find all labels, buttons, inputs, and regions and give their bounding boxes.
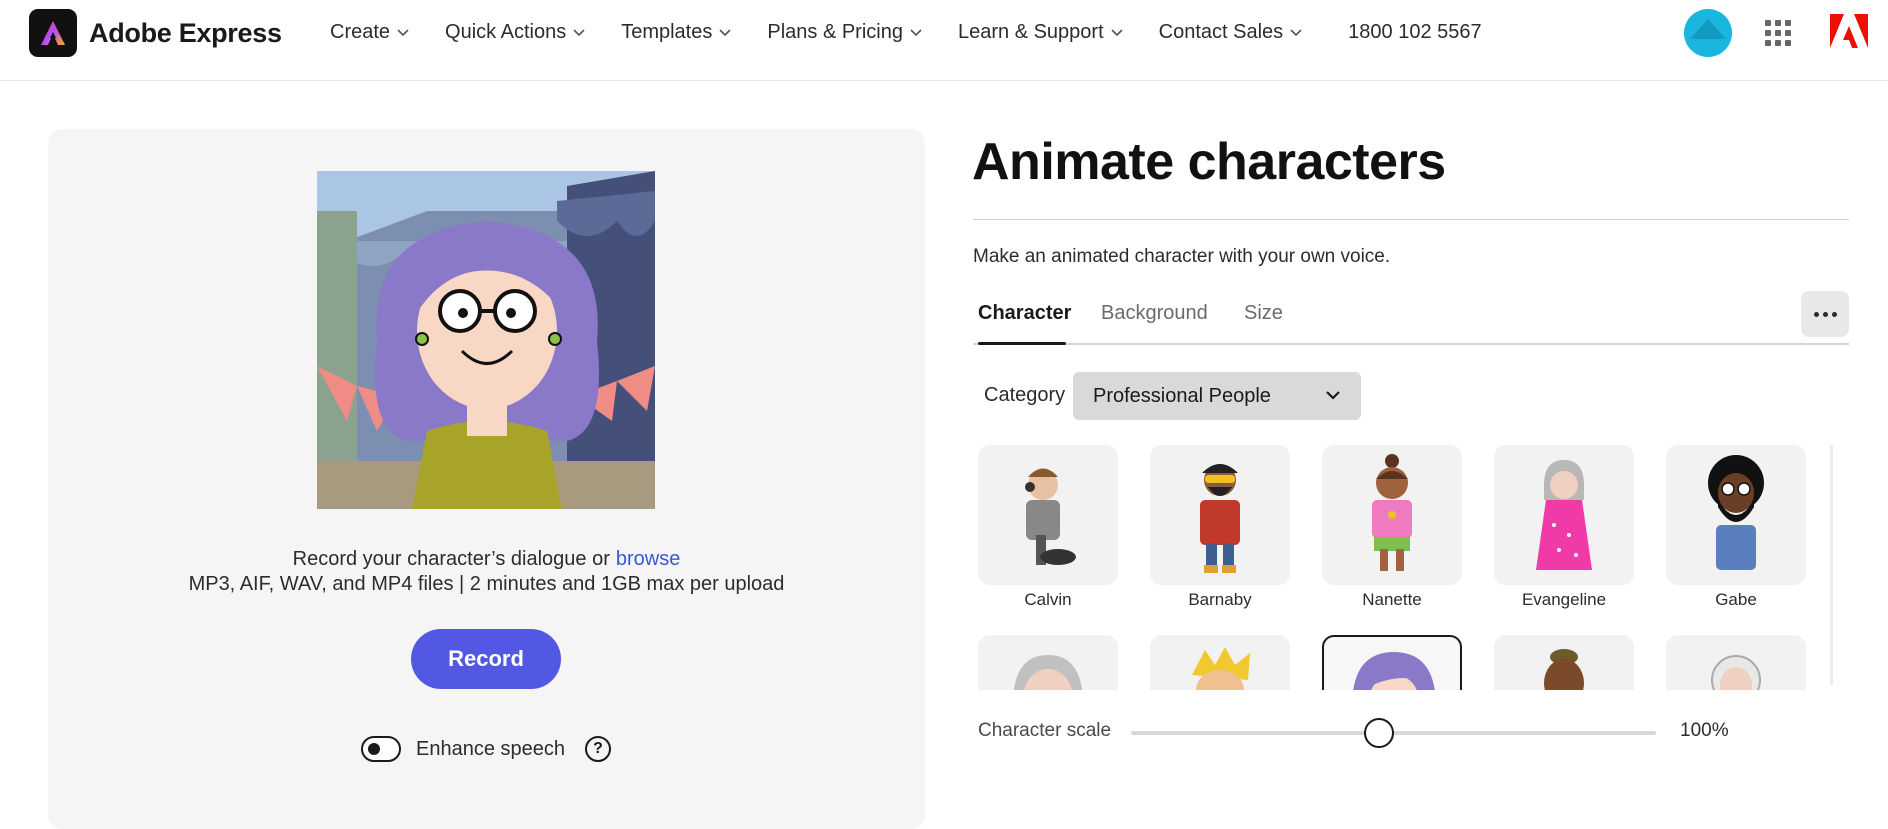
nav-contact-sales-label: Contact Sales <box>1158 20 1284 43</box>
character-name-calvin: Calvin <box>1024 590 1072 609</box>
character-name-evangeline: Evangeline <box>1521 590 1607 609</box>
chevron-down-icon <box>1111 29 1123 37</box>
nav-templates-label: Templates <box>621 20 713 43</box>
tabs-baseline <box>973 343 1849 345</box>
chevron-down-icon <box>397 29 409 37</box>
character-grid-scrollbar[interactable] <box>1830 445 1833 685</box>
avatar[interactable] <box>1684 9 1732 57</box>
top-navigation-bar: Adobe Express Create Quick Actions Templ… <box>0 0 1888 81</box>
chevron-down-icon <box>1326 391 1340 400</box>
nav-create[interactable]: Create <box>330 21 410 44</box>
active-tab-indicator <box>978 342 1066 345</box>
enhance-speech-toggle[interactable] <box>361 736 401 762</box>
enhance-speech-label: Enhance speech <box>416 737 566 760</box>
brand[interactable]: Adobe Express <box>29 9 282 57</box>
character-name-barnaby: Barnaby <box>1188 590 1252 609</box>
character-grid: Calvin Barnaby Nanette Evangeline Gabe <box>973 440 1843 690</box>
settings-tabs: Character Background Size <box>973 290 1849 348</box>
character-card-nanette[interactable] <box>1322 445 1462 585</box>
character-card[interactable] <box>978 635 1118 690</box>
character-preview-image <box>317 171 655 509</box>
nav-contact-sales[interactable]: Contact Sales <box>1159 21 1304 44</box>
character-scale-value: 100% <box>1680 720 1729 741</box>
nav-templates[interactable]: Templates <box>621 21 732 44</box>
chevron-down-icon <box>1290 29 1302 37</box>
character-scale-label: Character scale <box>978 720 1112 741</box>
nav-phone-number[interactable]: 1800 102 5567 <box>1348 21 1481 44</box>
tab-size[interactable]: Size <box>1244 302 1283 325</box>
character-card-calvin[interactable] <box>978 445 1118 585</box>
enhance-speech-control: Enhance speech ? <box>361 736 612 762</box>
preview-panel: Record your character’s dialogue or brows… <box>48 129 925 829</box>
character-card-barnaby[interactable] <box>1150 445 1290 585</box>
more-options-button[interactable] <box>1801 291 1849 337</box>
nav-learn-support-label: Learn & Support <box>957 20 1104 43</box>
page-subtitle: Make an animated character with your own… <box>973 246 1391 267</box>
character-card[interactable] <box>1666 635 1806 690</box>
character-card-evangeline[interactable] <box>1494 445 1634 585</box>
nav-quick-actions[interactable]: Quick Actions <box>445 21 586 44</box>
chevron-down-icon <box>573 29 585 37</box>
page-title: Animate characters <box>972 133 1446 191</box>
character-name-gabe: Gabe <box>1715 590 1757 609</box>
tab-background[interactable]: Background <box>1101 302 1208 325</box>
character-scale-slider-thumb[interactable] <box>1364 718 1394 748</box>
record-instructions: Record your character’s dialogue or brows… <box>48 548 925 571</box>
chevron-down-icon <box>719 29 731 37</box>
character-card-selected[interactable] <box>1322 635 1462 690</box>
category-select[interactable]: Professional People <box>1073 372 1361 420</box>
main-nav: Create Quick Actions Templates Plans & P… <box>330 0 1482 64</box>
record-button[interactable]: Record <box>411 629 561 689</box>
adobe-logo-icon[interactable] <box>1830 14 1868 48</box>
file-format-info: MP3, AIF, WAV, and MP4 files | 2 minutes… <box>188 573 785 595</box>
nav-plans-pricing[interactable]: Plans & Pricing <box>767 21 923 44</box>
record-instructions-text: Record your character’s dialogue or <box>292 548 610 570</box>
brand-name: Adobe Express <box>89 17 282 48</box>
adobe-express-logo-icon <box>29 9 77 57</box>
character-card[interactable] <box>1150 635 1290 690</box>
tab-character[interactable]: Character <box>978 302 1071 325</box>
apps-grid-icon[interactable] <box>1765 20 1791 46</box>
character-name-nanette: Nanette <box>1362 590 1422 609</box>
chevron-down-icon <box>910 29 922 37</box>
help-icon[interactable]: ? <box>585 736 612 762</box>
nav-quick-actions-label: Quick Actions <box>445 20 567 43</box>
browse-link[interactable]: browse <box>616 548 680 570</box>
category-selected-value: Professional People <box>1093 384 1271 407</box>
character-card-gabe[interactable] <box>1666 445 1806 585</box>
title-divider <box>973 219 1849 220</box>
character-card[interactable] <box>1494 635 1634 690</box>
nav-plans-pricing-label: Plans & Pricing <box>767 20 903 43</box>
category-label: Category <box>984 384 1066 406</box>
nav-learn-support[interactable]: Learn & Support <box>958 21 1124 44</box>
nav-create-label: Create <box>330 20 391 43</box>
